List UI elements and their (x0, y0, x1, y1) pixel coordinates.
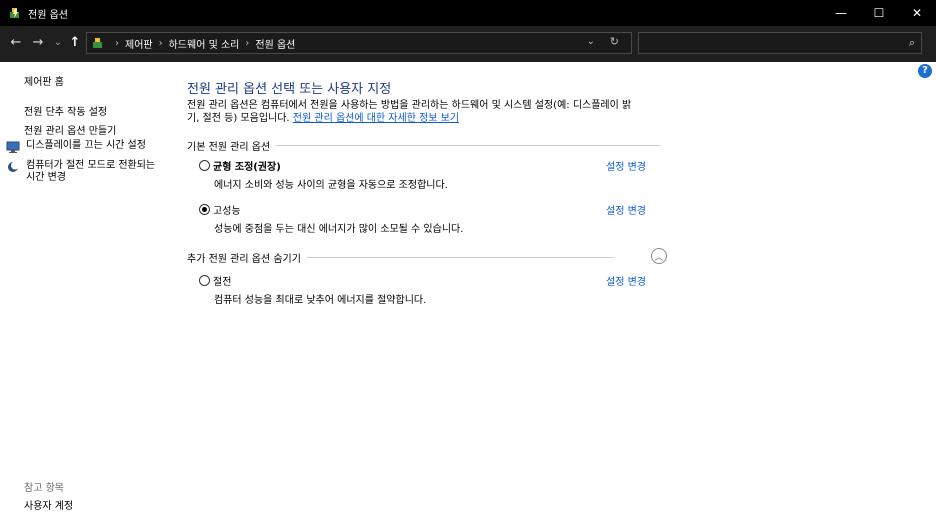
up-arrow-icon[interactable]: ↑ (68, 34, 82, 52)
breadcrumb-power-options[interactable]: 전원 옵션 (255, 36, 295, 51)
page-description: 전원 관리 옵션은 컴퓨터에서 전원을 사용하는 방법을 관리하는 하드웨어 및… (187, 100, 632, 124)
see-also-label: 참고 항목 (24, 483, 64, 494)
plan-high-performance: 고성능 성능에 중점을 두는 대신 에너지가 많이 소모될 수 있습니다. (199, 202, 463, 235)
create-power-plan-link[interactable]: 전원 관리 옵션 만들기 (24, 122, 116, 137)
navigation-bar: ← → ⌄ ↑ › 제어판 › 하드웨어 및 소리 › 전원 옵션 ⌄ ↻ ⌕ (0, 26, 936, 62)
plan-description: 에너지 소비와 성능 사이의 균형을 자동으로 조정합니다. (214, 180, 448, 191)
display-off-time-link[interactable]: 디스플레이를 끄는 시간 설정 (6, 140, 146, 154)
refresh-icon[interactable]: ↻ (610, 35, 619, 48)
learn-more-link[interactable]: 전원 관리 옵션에 대한 자세한 정보 보기 (293, 113, 459, 124)
breadcrumb-control-panel[interactable]: 제어판 (125, 36, 153, 51)
close-button[interactable]: ✕ (898, 0, 936, 26)
control-panel-home-link[interactable]: 제어판 홈 (24, 73, 64, 88)
breadcrumb-separator: › (115, 37, 119, 49)
help-icon[interactable]: ? (918, 64, 932, 78)
window-title: 전원 옵션 (28, 9, 68, 21)
recent-locations-icon[interactable]: ⌄ (52, 34, 64, 52)
basic-plans-section-header: 기본 전원 관리 옵션 (187, 138, 661, 153)
search-icon[interactable]: ⌕ (909, 36, 915, 50)
plan-description: 컴퓨터 성능을 최대로 낮추어 에너지를 절약합니다. (214, 295, 427, 306)
title-bar: 전원 옵션 — ☐ ✕ (0, 0, 936, 26)
forward-arrow-icon[interactable]: → (30, 34, 46, 52)
monitor-icon (6, 140, 20, 154)
section-divider (306, 257, 615, 258)
plan-balanced-radio[interactable] (199, 160, 210, 171)
maximize-button[interactable]: ☐ (860, 0, 898, 26)
breadcrumb-hardware-sound[interactable]: 하드웨어 및 소리 (169, 36, 240, 51)
breadcrumb-separator: › (158, 37, 163, 49)
power-button-settings-link[interactable]: 전원 단추 작동 설정 (24, 103, 107, 118)
address-bar[interactable]: › 제어판 › 하드웨어 및 소리 › 전원 옵션 ⌄ ↻ (86, 32, 632, 54)
user-accounts-link[interactable]: 사용자 계정 (24, 497, 73, 512)
plan-name[interactable]: 절전 (213, 273, 231, 288)
minimize-button[interactable]: — (822, 0, 860, 26)
moon-icon (6, 160, 20, 174)
breadcrumb-separator: › (245, 37, 250, 49)
plan-description: 성능에 중점을 두는 대신 에너지가 많이 소모될 수 있습니다. (214, 224, 464, 235)
plan-power-saver: 절전 컴퓨터 성능을 최대로 낮추어 에너지를 절약합니다. (199, 273, 426, 306)
power-options-icon (8, 6, 22, 20)
search-input[interactable]: ⌕ (638, 32, 922, 54)
plan-power-saver-change-settings-link[interactable]: 설정 변경 (606, 273, 646, 288)
plan-power-saver-radio[interactable] (199, 275, 210, 286)
sleep-time-link[interactable]: 컴퓨터가 절전 모드로 전환되는 시간 변경 (6, 160, 158, 184)
control-panel-icon (91, 36, 105, 50)
chevron-up-icon[interactable]: ︿ (651, 248, 667, 264)
chevron-down-icon[interactable]: ⌄ (587, 36, 595, 47)
back-arrow-icon[interactable]: ← (8, 34, 24, 52)
plan-high-performance-change-settings-link[interactable]: 설정 변경 (606, 202, 646, 217)
more-plans-section-header[interactable]: 추가 전원 관리 옵션 숨기기 (187, 250, 615, 265)
plan-high-performance-radio[interactable] (199, 204, 210, 215)
page-title: 전원 관리 옵션 선택 또는 사용자 지정 (187, 82, 392, 97)
plan-balanced-change-settings-link[interactable]: 설정 변경 (606, 158, 646, 173)
plan-balanced: 균형 조정(권장) 에너지 소비와 성능 사이의 균형을 자동으로 조정합니다. (199, 158, 448, 191)
plan-name[interactable]: 고성능 (213, 202, 241, 217)
plan-name[interactable]: 균형 조정(권장) (213, 158, 281, 173)
section-divider (276, 145, 661, 146)
